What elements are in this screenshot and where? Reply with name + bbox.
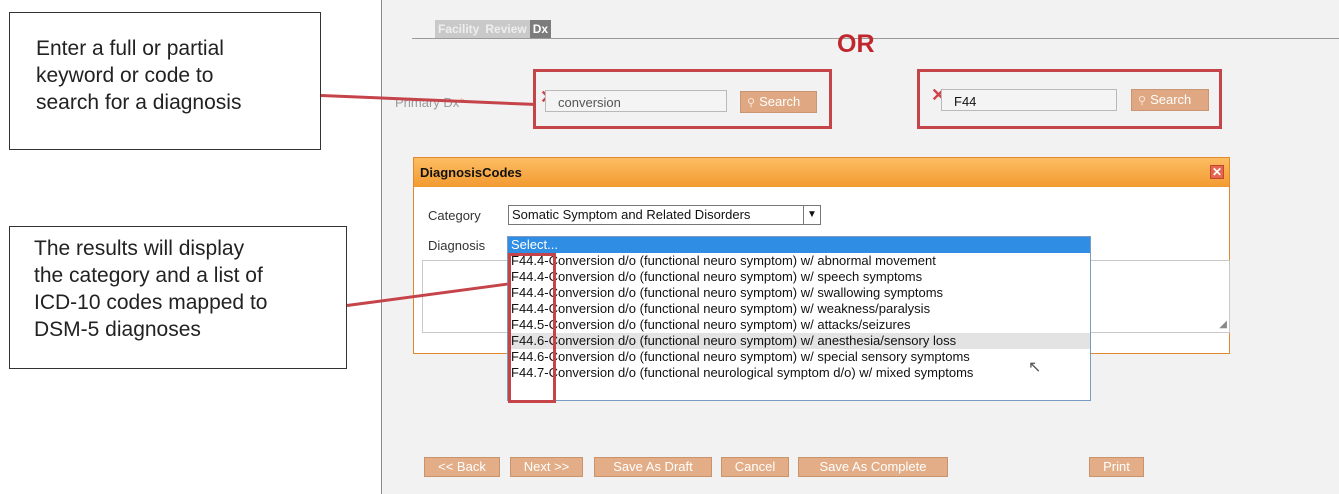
diagnosis-option[interactable]: F44.4-Conversion d/o (functional neuro s…	[508, 269, 1090, 285]
diagnosis-option[interactable]: F44.7-Conversion d/o (functional neurolo…	[508, 365, 1090, 381]
search-icon: ⚲	[747, 97, 756, 109]
tab-divider	[412, 38, 1339, 39]
print-button[interactable]: Print	[1089, 457, 1144, 477]
category-select-value: Somatic Symptom and Related Disorders	[512, 207, 751, 222]
search-icon: ⚲	[1138, 95, 1147, 107]
cancel-button[interactable]: Cancel	[721, 457, 789, 477]
results-hint-callout: The results will display the category an…	[9, 226, 347, 369]
dialog-title: DiagnosisCodes	[420, 165, 522, 180]
diagnosis-option[interactable]: F44.6-Conversion d/o (functional neuro s…	[508, 333, 1090, 349]
results-hint-text: The results will display the category an…	[34, 237, 268, 341]
resize-handle-icon[interactable]: ◢	[1219, 319, 1227, 330]
diagnosis-option[interactable]: F44.5-Conversion d/o (functional neuro s…	[508, 317, 1090, 333]
category-select[interactable]: Somatic Symptom and Related Disorders ▼	[508, 205, 821, 225]
keyword-search-button-label: Search	[759, 94, 801, 109]
icd-code-highlight	[508, 253, 556, 403]
diagnosis-dropdown-list[interactable]: Select... F44.4-Conversion d/o (function…	[507, 236, 1091, 401]
close-icon[interactable]: ✕	[1210, 165, 1224, 179]
chevron-down-icon: ▼	[803, 206, 820, 224]
diagnosis-option[interactable]: F44.6-Conversion d/o (functional neuro s…	[508, 349, 1090, 365]
or-label: OR	[837, 30, 875, 58]
diagnosis-label: Diagnosis	[428, 238, 486, 253]
tab-dx[interactable]: Dx	[529, 20, 552, 38]
tab-facility[interactable]: Facility	[435, 20, 483, 38]
back-button[interactable]: << Back	[424, 457, 500, 477]
keyword-search-input[interactable]	[545, 90, 727, 112]
diagnosis-option[interactable]: F44.4-Conversion d/o (functional neuro s…	[508, 285, 1090, 301]
keyword-search-button[interactable]: ⚲ Search	[740, 91, 817, 113]
save-draft-button[interactable]: Save As Draft	[594, 457, 712, 477]
code-search-button[interactable]: ⚲ Search	[1131, 89, 1209, 111]
diagnosis-option[interactable]: F44.4-Conversion d/o (functional neuro s…	[508, 301, 1090, 317]
tab-review[interactable]: Review	[482, 20, 530, 38]
tab-bar: Facility Review Dx	[435, 20, 552, 38]
search-hint-text: Enter a full or partial keyword or code …	[36, 37, 242, 114]
save-complete-button[interactable]: Save As Complete	[798, 457, 948, 477]
dialog-title-bar: DiagnosisCodes ✕	[414, 158, 1229, 187]
diagnosis-option[interactable]: Select...	[508, 237, 1090, 253]
code-search-button-label: Search	[1150, 92, 1192, 107]
next-button[interactable]: Next >>	[510, 457, 583, 477]
mouse-cursor-icon: ↖	[1028, 359, 1042, 376]
category-label: Category	[428, 208, 481, 223]
search-hint-callout: Enter a full or partial keyword or code …	[9, 12, 321, 150]
diagnosis-option[interactable]: F44.4-Conversion d/o (functional neuro s…	[508, 253, 1090, 269]
code-search-input[interactable]	[941, 89, 1117, 111]
